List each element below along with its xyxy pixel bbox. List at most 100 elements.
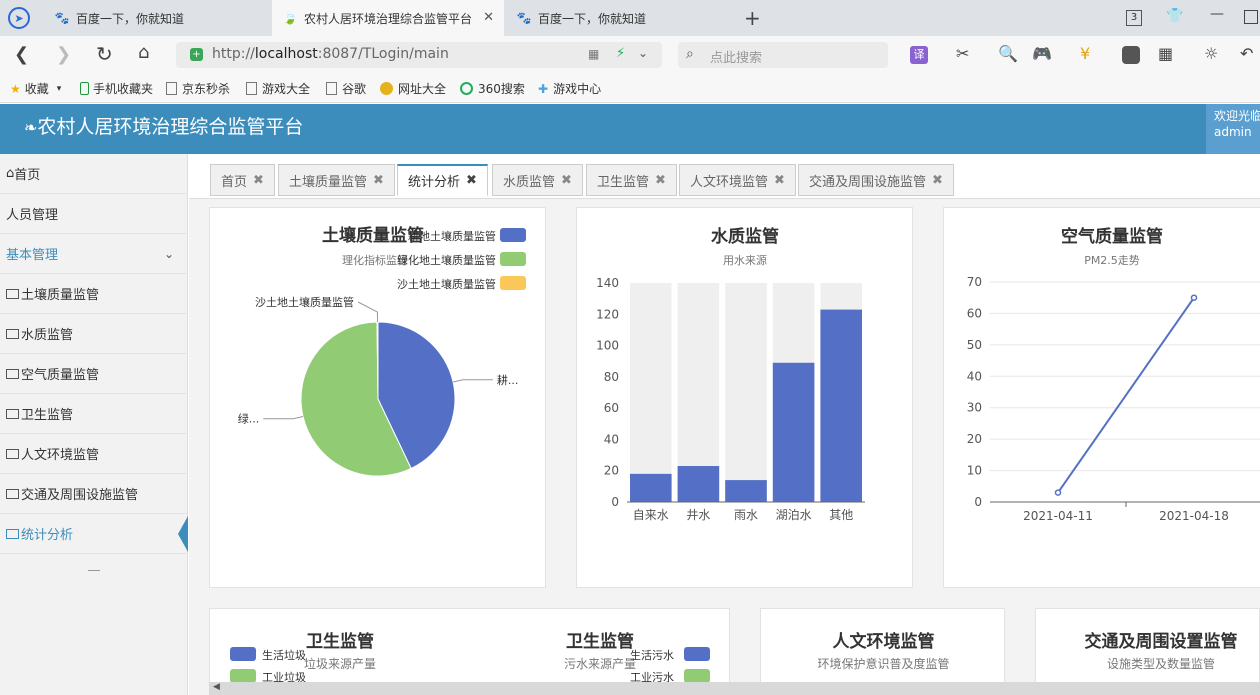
y-tick-label: 120 xyxy=(596,307,619,321)
bookmark-google[interactable]: 谷歌 xyxy=(326,80,366,97)
new-tab-icon[interactable]: + xyxy=(744,6,761,30)
tab-count-badge[interactable]: 3 xyxy=(1126,10,1142,26)
air-line-chart: 空气质量监管 PM2.5走势 0 10 20 30 40 50 60 70 2021-04-11… xyxy=(967,226,1260,523)
sidebar-item-basic[interactable]: 基本管理 ⌄ xyxy=(0,234,188,274)
bookmark-label: 京东秒杀 xyxy=(182,82,231,96)
magnifier-icon[interactable]: 🔍 xyxy=(998,44,1018,63)
close-icon[interactable]: ✖ xyxy=(932,173,943,188)
page-icon xyxy=(326,82,337,95)
page-tab-soil[interactable]: 土壤质量监管 ✖ xyxy=(278,164,395,196)
game-center-icon: ✚ xyxy=(538,81,549,96)
url-prefix: http:// xyxy=(212,46,255,62)
close-tab-icon[interactable]: ✕ xyxy=(483,10,494,25)
air-chart-title: 空气质量监管 xyxy=(1061,226,1163,247)
browser-logo-icon[interactable]: ➤ xyxy=(8,7,30,29)
horizontal-scrollbar[interactable]: ◀ xyxy=(209,682,1260,695)
page-tab-home[interactable]: 首页 ✖ xyxy=(210,164,275,196)
legend-swatch-blue xyxy=(230,647,256,661)
sidebar-item-air[interactable]: 空气质量监管 xyxy=(0,354,188,394)
url-field[interactable]: + http://localhost:8087/TLogin/main ▦ ⚡ … xyxy=(176,42,662,68)
air-chart-subtitle: PM2.5走势 xyxy=(1084,254,1140,267)
legend-swatch-blue xyxy=(684,647,710,661)
page-tab-culture[interactable]: 人文环境监管 ✖ xyxy=(679,164,796,196)
legend-swatch-green xyxy=(230,669,256,683)
close-icon[interactable]: ✖ xyxy=(774,173,785,188)
list-icon xyxy=(6,328,19,339)
sidebar-item-hygiene[interactable]: 卫生监管 xyxy=(0,394,188,434)
sidebar-item-personnel[interactable]: 人员管理 xyxy=(0,194,188,234)
reload-icon[interactable]: ↻ xyxy=(96,42,113,66)
page-tab-traffic[interactable]: 交通及周围设施监管 ✖ xyxy=(798,164,954,196)
search-field[interactable]: ⌕ 点此搜索 xyxy=(678,42,888,68)
pie-legend-swatch xyxy=(500,228,526,242)
sidebar-item-statistics[interactable]: 统计分析 xyxy=(0,514,188,554)
sidebar-item-home[interactable]: ⌂ 首页 xyxy=(0,154,188,194)
sidebar-item-culture[interactable]: 人文环境监管 xyxy=(0,434,188,474)
close-icon[interactable]: ✖ xyxy=(561,173,572,188)
shield-icon[interactable] xyxy=(1122,46,1140,64)
close-icon[interactable]: ✖ xyxy=(466,173,477,188)
apps-grid-icon[interactable]: ▦ xyxy=(1158,44,1173,63)
sidebar-item-water[interactable]: 水质监管 xyxy=(0,314,188,354)
bookmark-sites[interactable]: 网址大全 xyxy=(380,80,446,97)
bookmark-label: 网址大全 xyxy=(398,82,447,96)
shirt-icon[interactable]: 👕 xyxy=(1166,8,1183,24)
phone-icon xyxy=(80,82,89,95)
back-icon[interactable]: ❮ xyxy=(14,44,29,65)
browser-tab-label: 农村人居环境治理综合监管平台 xyxy=(304,11,473,26)
gamepad-icon[interactable]: 🎮 xyxy=(1032,44,1052,63)
minimize-icon[interactable]: — xyxy=(1210,6,1224,22)
tab-label: 统计分析 xyxy=(408,175,461,190)
sidebar-item-label: 卫生监管 xyxy=(21,408,74,423)
maximize-icon[interactable] xyxy=(1244,10,1258,24)
bookmark-favorites[interactable]: ★ 收藏 ▾ xyxy=(10,80,61,97)
brightness-icon[interactable]: ☼ xyxy=(1204,44,1218,63)
page-tab-statistics[interactable]: 统计分析 ✖ xyxy=(397,164,488,196)
legend-label: 生活垃圾 xyxy=(262,649,306,662)
tab-label: 交通及周围设施监管 xyxy=(809,174,927,190)
sidebar-item-traffic[interactable]: 交通及周围设施监管 xyxy=(0,474,188,514)
user-box[interactable]: 欢迎光临 admin xyxy=(1206,104,1260,154)
app-title-text: 农村人居环境治理综合监管平台 xyxy=(37,116,304,138)
bookmark-mobile[interactable]: 手机收藏夹 xyxy=(80,80,153,97)
leaf-icon: 🍃 xyxy=(282,11,298,25)
scroll-left-icon[interactable]: ◀ xyxy=(213,682,220,692)
page-tab-hygiene[interactable]: 卫生监管 ✖ xyxy=(586,164,677,196)
browser-tab-3[interactable]: 🐾 百度一下，你就知道 xyxy=(506,0,732,36)
x-tick-label: 湖泊水 xyxy=(776,507,812,522)
soil-chart-panel: 土壤质量监管 理化指标监管 耕地土壤质量监管 绿化地土壤质量监管 沙土地土壤质量监管… xyxy=(209,207,546,588)
bookmark-360[interactable]: 360搜索 xyxy=(460,80,525,97)
browser-tab-2[interactable]: 🍃 农村人居环境治理综合监管平台 ✕ xyxy=(272,0,504,36)
home-icon[interactable]: ⌂ xyxy=(138,42,149,63)
browser-tab-label: 百度一下，你就知道 xyxy=(538,11,647,26)
list-icon xyxy=(6,408,19,419)
undo-icon[interactable]: ↶ xyxy=(1240,44,1253,63)
close-icon[interactable]: ✖ xyxy=(253,173,264,188)
qr-icon[interactable]: ▦ xyxy=(588,47,599,61)
scissors-icon[interactable]: ✂ xyxy=(956,44,969,63)
dropdown-icon[interactable]: ⌄ xyxy=(638,46,648,60)
bookmark-gamecenter[interactable]: ✚ 游戏中心 xyxy=(538,80,601,97)
bookmark-games[interactable]: 游戏大全 xyxy=(246,80,310,97)
close-icon[interactable]: ✖ xyxy=(655,173,666,188)
browser-tab-1[interactable]: 🐾 百度一下，你就知道 xyxy=(44,0,270,36)
search-placeholder: 点此搜索 xyxy=(710,51,763,66)
lightning-icon[interactable]: ⚡ xyxy=(616,46,625,61)
bookmark-label: 谷歌 xyxy=(342,82,367,96)
sidebar-item-label: 首页 xyxy=(14,168,41,183)
page-tab-water[interactable]: 水质监管 ✖ xyxy=(492,164,583,196)
x-tick-label: 其他 xyxy=(829,508,853,522)
forward-icon[interactable]: ❯ xyxy=(56,44,71,65)
pie-slice-label: 绿... xyxy=(238,412,260,426)
y-tick-label: 40 xyxy=(967,369,982,383)
list-icon xyxy=(6,448,19,459)
sidebar-item-soil[interactable]: 土壤质量监管 xyxy=(0,274,188,314)
bookmark-label: 收藏 xyxy=(24,82,49,96)
bar xyxy=(677,466,720,502)
y-tick-label: 60 xyxy=(604,401,619,415)
translate-icon[interactable]: 译 xyxy=(910,46,928,64)
browser-tab-label: 百度一下，你就知道 xyxy=(76,11,185,26)
coin-icon[interactable]: ¥ xyxy=(1080,44,1090,63)
bookmark-jd[interactable]: 京东秒杀 xyxy=(166,80,230,97)
close-icon[interactable]: ✖ xyxy=(373,173,384,188)
